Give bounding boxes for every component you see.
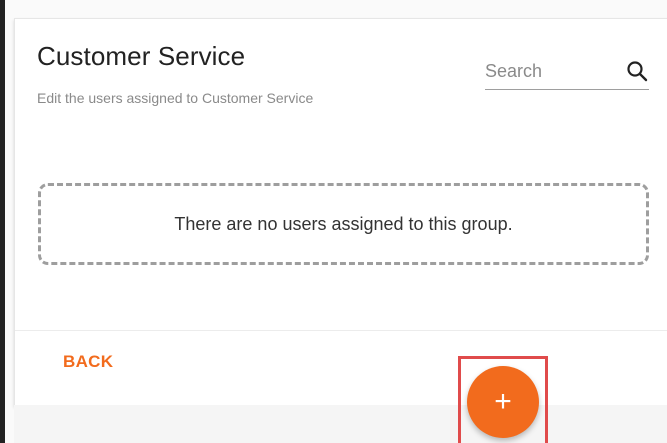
search-icon[interactable] [625, 59, 649, 83]
page-title: Customer Service [37, 41, 246, 71]
search-input[interactable] [485, 57, 615, 85]
page-subtitle: Edit the users assigned to Customer Serv… [37, 90, 314, 106]
card-divider [15, 330, 667, 331]
empty-users-message: There are no users assigned to this grou… [174, 213, 513, 234]
group-users-card: Customer Service Edit the users assigned… [14, 18, 667, 406]
back-button[interactable]: BACK [63, 352, 113, 372]
window-edge [0, 0, 5, 443]
empty-users-placeholder: There are no users assigned to this grou… [38, 183, 649, 265]
add-user-button[interactable]: + [467, 366, 539, 438]
search-field [485, 57, 649, 90]
page-footer-area [14, 405, 667, 443]
